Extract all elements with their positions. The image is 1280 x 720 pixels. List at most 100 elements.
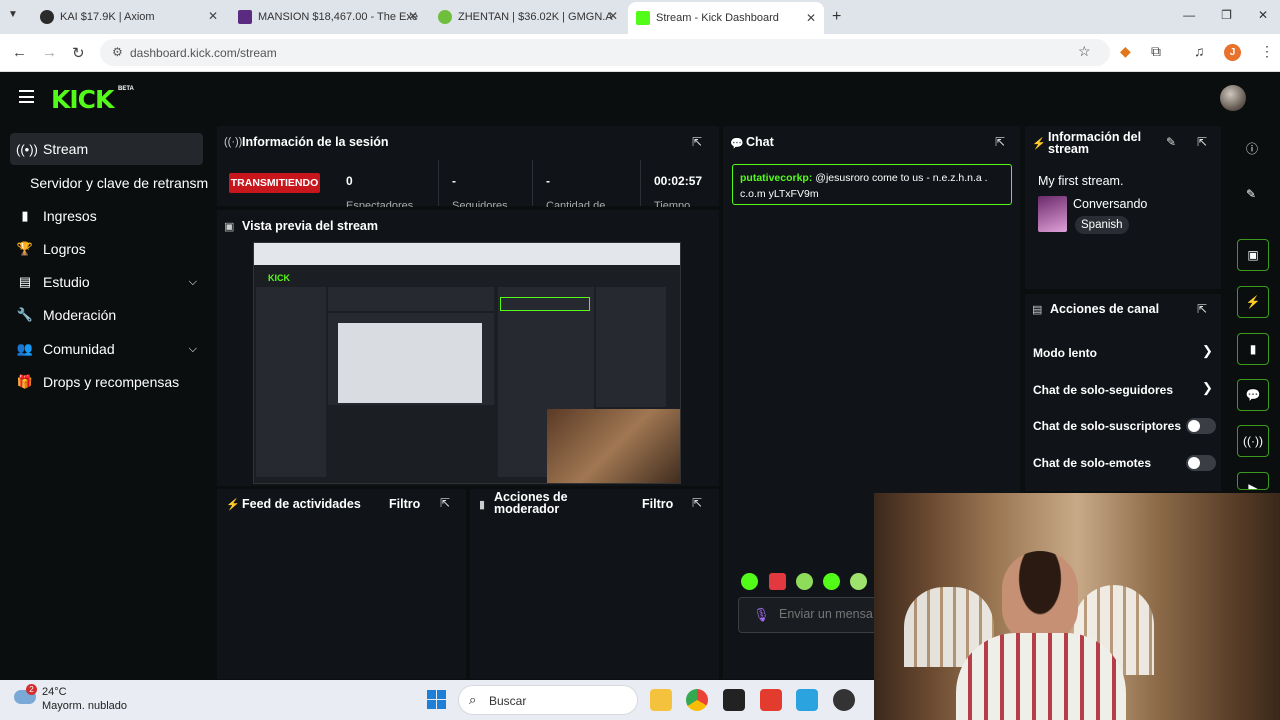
bookmark-star-icon[interactable]: ☆	[1078, 43, 1091, 60]
category-thumbnail	[1038, 196, 1067, 232]
filter-button[interactable]: Filtro	[389, 497, 420, 511]
preview-webcam	[547, 409, 680, 483]
media-controls-icon[interactable]: ♫	[1194, 43, 1205, 59]
address-bar-row: ← → ↻ ⚙ dashboard.kick.com/stream ☆ ◆ ⧉ …	[0, 34, 1280, 72]
sidebar-item-label: Logros	[43, 241, 86, 257]
emote-icon[interactable]	[796, 573, 813, 590]
sidebar-item-estudio[interactable]: ▤ Estudio ⌵	[10, 266, 203, 298]
kick-logo[interactable]: KICK	[51, 85, 114, 114]
taskbar-search[interactable]: ⌕ Buscar	[458, 685, 638, 715]
rail-preview-button[interactable]: ▣	[1237, 239, 1269, 271]
obs-icon[interactable]	[833, 689, 855, 711]
forward-icon[interactable]: →	[42, 44, 57, 61]
popout-icon[interactable]: ⇱	[995, 135, 1005, 149]
trophy-icon: 🏆	[16, 241, 34, 256]
preview-nested-screen	[338, 323, 482, 403]
slow-mode-label[interactable]: Modo lento	[1033, 346, 1097, 360]
hamburger-menu-icon[interactable]	[19, 90, 34, 103]
popout-icon[interactable]: ⇱	[1197, 135, 1207, 149]
telegram-icon[interactable]	[796, 689, 818, 711]
emote-icon[interactable]	[850, 573, 867, 590]
emotes-only-toggle[interactable]	[1186, 455, 1216, 471]
metamask-extension-icon[interactable]: ◆	[1120, 43, 1131, 60]
chat-message[interactable]: putativecorkp: @jesusroro come to us - n…	[732, 164, 1012, 205]
sidebar-item-label: Stream	[43, 141, 89, 157]
subscribers-only-toggle[interactable]	[1186, 418, 1216, 434]
menu-kebab-icon[interactable]: ⋮	[1260, 43, 1274, 60]
browser-tab-mansion[interactable]: MANSION $18,467.00 - The Exe ✕	[230, 4, 426, 30]
rail-video-button[interactable]: ▶	[1237, 472, 1269, 490]
popout-icon[interactable]: ⇱	[440, 496, 450, 510]
back-icon[interactable]: ←	[12, 44, 27, 61]
stream-category[interactable]: Conversando	[1073, 197, 1147, 211]
close-icon[interactable]: ✕	[608, 9, 618, 23]
browser-tab-axiom[interactable]: KAI $17.9K | Axiom ✕	[32, 4, 226, 30]
preview-channel-panel	[596, 287, 666, 407]
site-info-icon[interactable]: ⚙	[112, 45, 123, 59]
sidebar-item-ingresos[interactable]: ▮ Ingresos	[10, 200, 203, 232]
edit-pencil-icon[interactable]: ✎	[1166, 135, 1176, 149]
sidebar-item-comunidad[interactable]: 👥 Comunidad ⌵	[10, 333, 203, 365]
minimize-icon[interactable]: —	[1183, 8, 1195, 22]
extensions-icon[interactable]: ⧉	[1151, 43, 1161, 60]
search-icon: ⌕	[469, 692, 477, 707]
wps-office-icon[interactable]	[760, 689, 782, 711]
rail-chat-button[interactable]: 💬	[1237, 379, 1269, 411]
chat-input[interactable]	[779, 607, 875, 621]
filter-button[interactable]: Filtro	[642, 497, 673, 511]
rail-broadcast-button[interactable]: ((·))	[1237, 425, 1269, 457]
sidebar-item-drops[interactable]: 🎁 Drops y recompensas	[10, 366, 203, 398]
windows-taskbar: 2 24°C Mayorm. nublado ⌕ Buscar	[0, 680, 874, 720]
chevron-right-icon[interactable]: ❯	[1202, 380, 1213, 396]
info-icon[interactable]: ⓘ	[1246, 140, 1258, 157]
tab-label: MANSION $18,467.00 - The Exe	[258, 11, 418, 23]
sidebar-item-server-key[interactable]: Servidor y clave de retransm	[30, 167, 220, 199]
uptime-value: 00:02:57	[654, 174, 703, 188]
notification-badge: 2	[26, 684, 37, 695]
close-icon[interactable]: ✕	[408, 9, 418, 23]
live-status-badge: TRANSMITIENDO	[229, 173, 320, 193]
file-explorer-icon[interactable]	[650, 689, 672, 711]
browser-tab-kick[interactable]: Stream - Kick Dashboard ✕	[628, 2, 824, 34]
close-icon[interactable]: ✕	[208, 9, 218, 23]
chevron-right-icon[interactable]: ❯	[1202, 343, 1213, 359]
windows-start-icon[interactable]	[427, 690, 446, 709]
maximize-icon[interactable]: ❐	[1221, 8, 1232, 22]
app-icon[interactable]	[723, 689, 745, 711]
close-window-icon[interactable]: ✕	[1258, 8, 1268, 22]
user-avatar[interactable]	[1220, 85, 1246, 111]
new-tab-icon[interactable]: +	[832, 8, 841, 26]
emote-icon[interactable]	[823, 573, 840, 590]
bars-icon: ▮	[21, 208, 29, 223]
edit-pencil-icon[interactable]: ✎	[1246, 187, 1256, 201]
reload-icon[interactable]: ↻	[72, 44, 85, 62]
preview-chat-message	[500, 297, 590, 311]
sidebar-item-logros[interactable]: 🏆 Logros	[10, 233, 203, 265]
emote-icon[interactable]	[741, 573, 758, 590]
popout-icon[interactable]: ⇱	[1197, 302, 1207, 316]
browser-tab-gmgn[interactable]: ZHENTAN | $36.02K | GMGN.A ✕	[430, 4, 626, 30]
close-icon[interactable]: ✕	[806, 11, 816, 25]
rail-activity-button[interactable]: ⚡	[1237, 286, 1269, 318]
chrome-icon[interactable]	[686, 689, 708, 711]
rail-mod-button[interactable]: ▮	[1237, 333, 1269, 365]
emotes-only-label: Chat de solo-emotes	[1033, 456, 1152, 470]
popout-icon[interactable]: ⇱	[692, 135, 702, 149]
followers-only-label[interactable]: Chat de solo-seguidores	[1033, 383, 1173, 397]
chevron-down-icon[interactable]: ⌵	[189, 276, 197, 289]
count-label: Cantidad de	[546, 200, 606, 207]
broadcast-icon: ((·))	[1243, 434, 1263, 448]
microphone-icon[interactable]: 🎙	[753, 607, 770, 623]
sidebar-item-moderacion[interactable]: 🔧 Moderación	[10, 299, 203, 331]
tab-search-chevron-icon[interactable]: ▼	[8, 9, 18, 20]
popout-icon[interactable]: ⇱	[692, 496, 702, 510]
url-field[interactable]: ⚙ dashboard.kick.com/stream	[100, 39, 1110, 66]
sidebar-item-stream[interactable]: ((•)) Stream	[10, 133, 203, 165]
chat-input-box[interactable]: 🎙	[738, 597, 878, 633]
chat-username[interactable]: putativecorkp:	[740, 172, 812, 184]
chevron-down-icon[interactable]: ⌵	[189, 343, 197, 356]
profile-avatar[interactable]: J	[1224, 44, 1241, 61]
chat-bubble-icon: 💬	[730, 138, 744, 150]
emote-icon[interactable]	[769, 573, 786, 590]
stream-preview-video[interactable]: KICK	[253, 242, 681, 484]
